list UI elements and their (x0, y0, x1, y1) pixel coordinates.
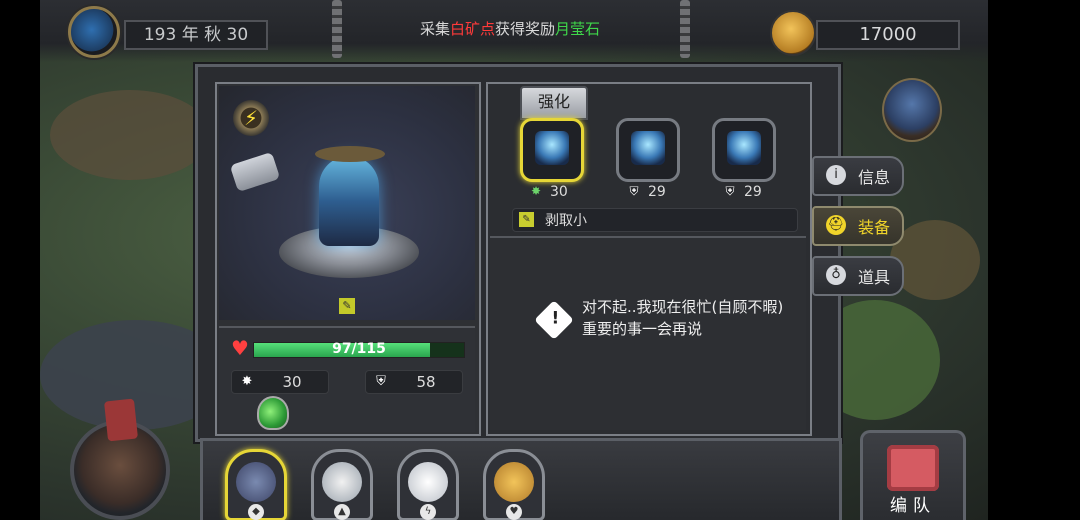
hero-stats: ♥ 97/115 ✸ 30 ⛨ 58 (219, 326, 475, 432)
info-button[interactable]: i 信息 (812, 156, 904, 196)
skill-icon: ✎ (519, 212, 534, 227)
notice-middle: 获得奖励 (495, 20, 556, 38)
info-icon: i (826, 165, 846, 185)
lightning-icon: ϟ (420, 504, 436, 520)
defense-icon: ⛨ (725, 184, 735, 198)
team-button[interactable]: 编队 (860, 430, 966, 520)
lightning-element-icon[interactable]: ⚡ (233, 100, 269, 136)
armor-stat-value: 29 (648, 184, 666, 200)
skill-row[interactable]: ✎ 剥取小 (512, 208, 798, 232)
hero-portrait-3[interactable]: ϟ (397, 449, 459, 520)
commander-portrait[interactable] (882, 78, 942, 142)
defense-icon: ⛨ (376, 374, 386, 389)
items-label: 道具 (858, 268, 891, 287)
house-decoration (103, 398, 139, 442)
world-emblem-icon[interactable] (68, 6, 120, 58)
hero-face-2 (322, 462, 362, 502)
team-icon (887, 445, 939, 491)
hero-model (319, 156, 379, 246)
hero-portrait-2[interactable]: ▲ (311, 449, 373, 520)
hero-selection-tray: ◆ ▲ ϟ ♥ (200, 438, 842, 520)
hero-face-1 (236, 462, 276, 502)
hero-face-3 (408, 462, 448, 502)
armor-stat: ⛨ 29 (626, 184, 696, 202)
attack-icon: ✸ (530, 184, 542, 198)
notice-prefix: 采集 (419, 20, 450, 38)
attack-stat: ✸ 30 (231, 370, 329, 394)
notice-reward: 月莹石 (555, 20, 601, 38)
items-button[interactable]: ♁ 道具 (812, 256, 904, 296)
bag-icon: ♁ (826, 265, 846, 285)
hero-hat (315, 146, 385, 162)
heart-icon: ♥ (506, 504, 522, 520)
gloves-stat: ⛨ 29 (722, 184, 792, 202)
warning-mark: ! (551, 308, 560, 329)
hero-face-4 (494, 462, 534, 502)
weapon-stat: ✸ 30 (528, 184, 598, 202)
hero-display: ⚡ ✎ (219, 86, 475, 320)
warning-icon: ! (534, 300, 574, 340)
hero-portrait-1[interactable]: ◆ (225, 449, 287, 520)
hero-portrait-4[interactable]: ♥ (483, 449, 545, 520)
equipment-slot-armor[interactable] (616, 118, 680, 182)
defense-value: 58 (416, 373, 436, 391)
equip-button[interactable]: ⛑ 装备 (812, 206, 904, 246)
skill-label: 剥取小 (545, 213, 587, 229)
heart-icon: ♥ (231, 336, 249, 360)
potion-icon[interactable] (257, 396, 289, 430)
equipment-panel: 强化 ✸ 30 ⛨ 29 ⛨ 29 ✎ 剥取小 ! 对不起..我现在很忙(自顾不… (486, 82, 812, 436)
armor-icon (631, 131, 665, 165)
notice-place: 白矿点 (449, 20, 495, 38)
chain-left (332, 0, 342, 58)
shield-icon: ◆ (248, 504, 264, 520)
reward-notice: 采集白矿点获得奖励月莹石 (380, 18, 640, 39)
tent-icon: ▲ (334, 504, 350, 520)
equipment-slot-gloves[interactable] (712, 118, 776, 182)
hp-bar: 97/115 (253, 341, 465, 358)
info-label: 信息 (858, 168, 891, 187)
date-display: 193 年 秋 30 (124, 20, 268, 50)
weapon-icon (535, 131, 569, 165)
equipment-slot-weapon[interactable] (520, 118, 584, 182)
background-tent (50, 90, 210, 180)
defense-stat: ⛨ 58 (365, 370, 463, 394)
chain-right (680, 0, 690, 58)
coin-icon (770, 10, 816, 56)
gloves-icon (727, 131, 761, 165)
hero-detail-panel: ⚡ ✎ ♥ 97/115 ✸ 30 ⛨ 58 (215, 82, 481, 436)
hp-text: 97/115 (332, 341, 386, 357)
gloves-stat-value: 29 (744, 184, 762, 200)
helmet-icon: ⛑ (826, 215, 846, 235)
strengthen-tab[interactable]: 强化 (520, 86, 588, 120)
message-box: ! 对不起..我现在很忙(自顾不暇)重要的事一会再说 (490, 236, 806, 430)
game-viewport: 193 年 秋 30 采集白矿点获得奖励月莹石 17000 ⚡ ✎ ♥ 97/1… (40, 0, 988, 520)
coin-count: 17000 (816, 20, 960, 50)
attack-icon: ✸ (241, 374, 253, 389)
defense-icon: ⛨ (629, 184, 639, 198)
message-text: 对不起..我现在很忙(自顾不暇)重要的事一会再说 (582, 298, 784, 338)
spyglass-icon[interactable] (229, 151, 281, 193)
attack-value: 30 (282, 373, 302, 391)
team-label: 编队 (890, 496, 936, 516)
equip-label: 装备 (858, 218, 891, 237)
game-screen: 193 年 秋 30 采集白矿点获得奖励月莹石 17000 ⚡ ✎ ♥ 97/1… (0, 0, 1080, 520)
skill-small-icon: ✎ (339, 298, 355, 314)
weapon-stat-value: 30 (550, 184, 568, 200)
